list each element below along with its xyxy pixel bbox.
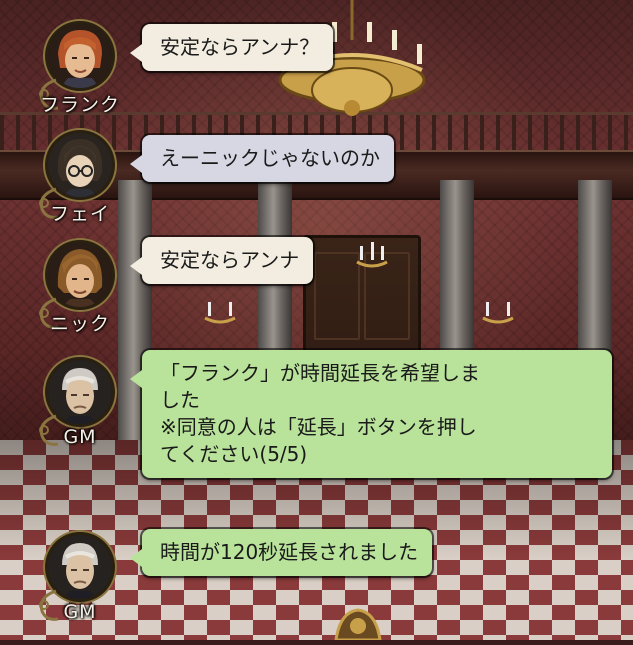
avatar[interactable]: ニック (30, 243, 130, 353)
message-text-line: てください(5/5) (160, 442, 308, 466)
message-bubble: 時間が120秒延長されました (129, 529, 433, 576)
message-text-line: した (160, 388, 200, 412)
speaker-name: フランク (39, 94, 120, 116)
speaker-name: GM (63, 601, 97, 623)
message-bubble: えーニックじゃないのか (130, 135, 394, 182)
message-bubble: 安定ならアンナ？ (129, 24, 334, 71)
ornament-emblem-icon (334, 608, 382, 640)
message-bubble: 安定ならアンナ (129, 237, 314, 284)
avatar[interactable]: フェイ (30, 133, 130, 243)
message-text: 安定ならアンナ？ (160, 35, 320, 59)
message-text-line: ※同意の人は「延長」ボタンを押し (160, 415, 477, 439)
avatar[interactable]: GM (30, 535, 130, 645)
avatar[interactable]: フランク (30, 24, 130, 134)
speaker-name: ニック (49, 313, 110, 335)
avatar[interactable]: GM (30, 360, 130, 470)
message-bubble: 「フランク」が時間延長を希望しま した ※同意の人は「延長」ボタンを押し てくだ… (130, 350, 612, 478)
message-text-line: 「フランク」が時間延長を希望しま (160, 361, 480, 385)
message-text: 安定ならアンナ (160, 248, 300, 272)
speaker-name: フェイ (49, 203, 110, 225)
speaker-name: GM (63, 426, 97, 448)
message-text: 時間が120秒延長されました (160, 540, 419, 564)
chat-log[interactable]: フランク 安定ならアンナ？ フェイ えーニックじゃないのか ニック 安定ならアン… (0, 0, 633, 640)
message-text: えーニックじゃないのか (160, 146, 380, 170)
